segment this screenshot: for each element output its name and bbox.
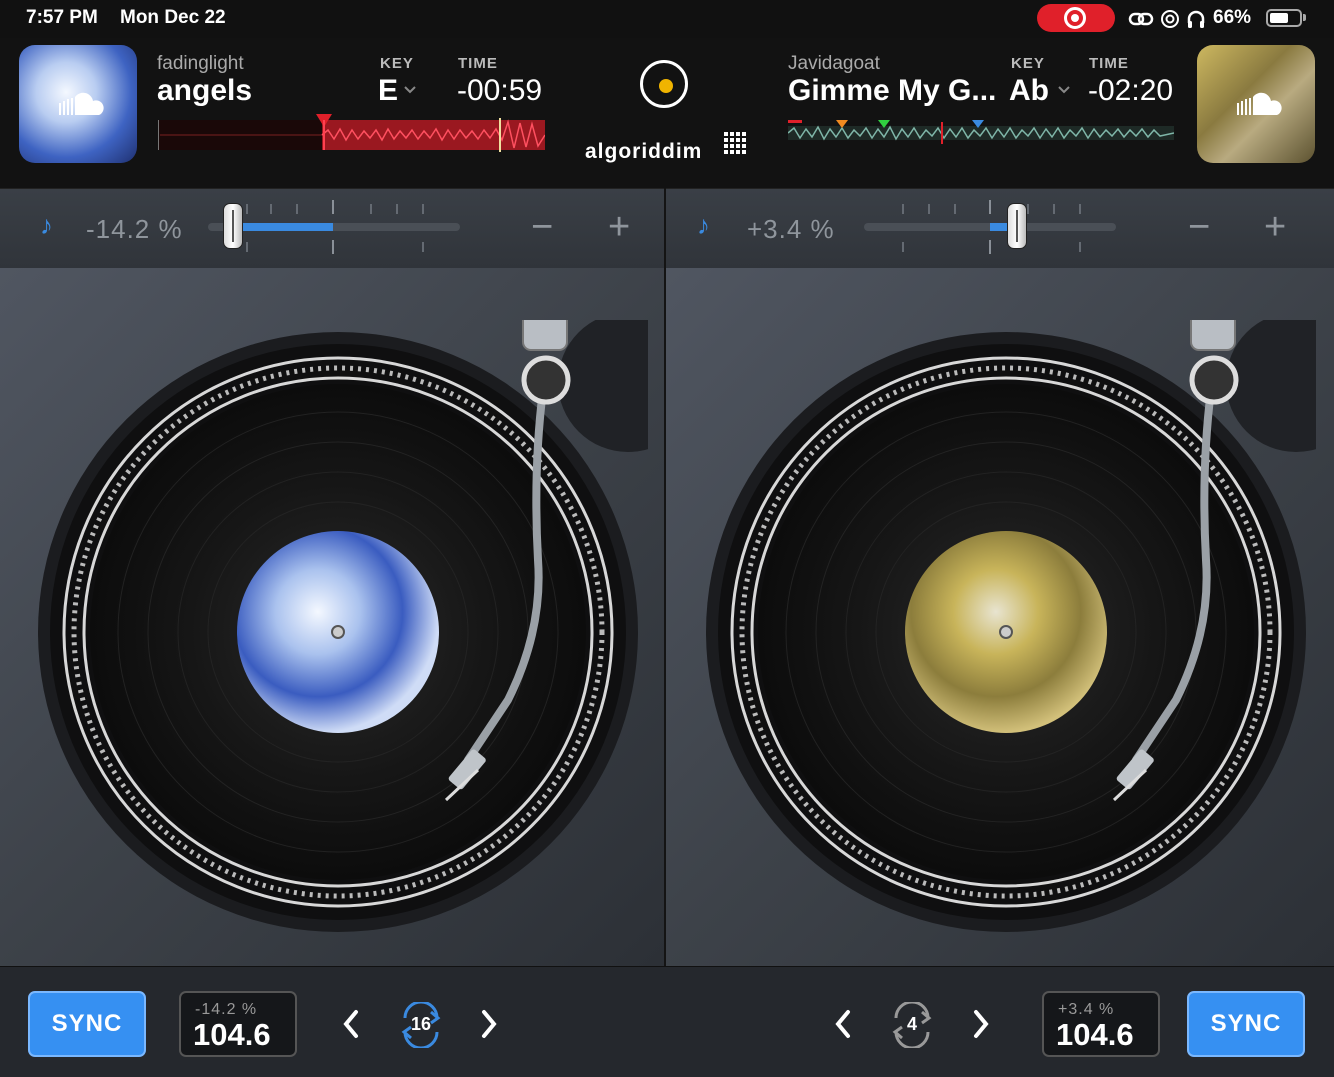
status-date: Mon Dec 22 [120,7,226,28]
deck-b-pitch-slider-thumb[interactable] [1007,203,1027,249]
music-note-icon[interactable]: ♪ [697,210,710,241]
battery-fill [1270,13,1288,23]
chevron-down-icon[interactable] [1057,85,1071,95]
tick [1079,242,1081,252]
battery-percent: 66% [1213,7,1252,28]
brand-logo: algoriddim [585,140,703,163]
tick [246,204,248,214]
screen-record-icon [1064,7,1086,29]
deck-b-pitch-slider-fill [990,223,1008,231]
deck-a-key[interactable]: E [378,74,398,108]
chevron-down-icon[interactable] [403,85,417,95]
deck-b-pitch-minus-button[interactable]: − [1188,206,1210,249]
deck-a-pitch-value: -14.2 % [86,214,183,244]
deck-a-pitch-slider-thumb[interactable] [223,203,243,249]
deck-b-time: -02:20 [1088,74,1174,107]
tick [902,242,904,252]
at-icon [1161,10,1179,28]
deck-b-bpm-display[interactable]: +3.4 % 104.6 [1042,991,1160,1057]
deck-a-time-label: TIME [458,55,498,72]
tick-center [989,240,991,254]
deck-a-loop-length: 16 [410,1014,432,1034]
deck-b-key-label: KEY [1011,55,1045,72]
album-art-deck-b[interactable] [1197,45,1315,163]
music-note-icon[interactable]: ♪ [40,210,53,241]
tonearm-pivot [521,355,571,405]
spindle [999,625,1013,639]
algoriddim-grid-icon [724,132,746,154]
album-art-deck-a[interactable] [19,45,137,163]
tonearm-pivot [1189,355,1239,405]
tick [1053,204,1055,214]
deck-a-loop-next-icon[interactable] [478,1006,500,1042]
deck-b-loop-next-icon[interactable] [970,1006,992,1042]
deck-a-pitch-plus-button[interactable]: + [608,206,630,249]
tonearm-counterweight [1190,320,1236,351]
spindle [331,625,345,639]
deck-a-artist: fadinglight [157,53,244,74]
tick [396,204,398,214]
deck-b-loop-length: 4 [906,1014,917,1034]
soundcloud-icon [1237,92,1282,115]
tick [954,204,956,214]
deck-b-pitch-plus-button[interactable]: + [1264,206,1286,249]
deck-a-turntable[interactable] [28,320,648,940]
tick [1079,204,1081,214]
status-time: 7:57 PM [26,7,98,28]
deck-a-bpm-value: 104.6 [193,1017,271,1052]
tick [422,204,424,214]
battery-tip [1303,14,1306,21]
deck-b-bpm-value: 104.6 [1056,1017,1134,1052]
soundcloud-icon [59,92,104,115]
deck-a-title: angels [157,74,253,107]
tick [928,204,930,214]
deck-b-turntable[interactable] [696,320,1316,940]
deck-b-pitch-value: +3.4 % [747,214,835,244]
link-icon [1128,12,1154,26]
deck-a-pitch-slider-fill [233,223,333,231]
status-bar: 7:57 PM Mon Dec 22 66% [0,0,1334,38]
tick [246,242,248,252]
deck-b-title: Gimme My G... [788,74,997,107]
center-dot-icon [659,79,673,93]
deck-b-time-label: TIME [1089,55,1129,72]
tonearm-base [558,320,648,452]
tick-center [332,200,334,214]
deck-a-bpm-display[interactable]: -14.2 % 104.6 [179,991,297,1057]
tick [1027,204,1029,214]
deck-a-key-label: KEY [380,55,414,72]
tick [270,204,272,214]
deck-a-loop-prev-icon[interactable] [340,1006,362,1042]
deck-a-sync-button[interactable]: SYNC [28,991,146,1057]
deck-b-waveform[interactable] [788,118,1174,148]
tick-center [989,200,991,214]
tick-center [332,240,334,254]
deck-b-loop-prev-icon[interactable] [832,1006,854,1042]
deck-b-key[interactable]: Ab [1009,74,1049,108]
headphones-icon [1187,10,1205,28]
deck-b-artist: Javidagoat [788,53,880,74]
deck-a-waveform[interactable] [158,114,545,152]
deck-a-time: -00:59 [457,74,543,107]
tick [902,204,904,214]
tick [296,204,298,214]
deck-b-sync-button[interactable]: SYNC [1187,991,1305,1057]
tick [370,204,372,214]
tonearm-base [1226,320,1316,452]
battery-icon [1266,9,1302,27]
tonearm-counterweight [522,320,568,351]
deck-divider [664,188,666,966]
transport-button[interactable] [640,60,688,108]
deck-a-pitch-minus-button[interactable]: − [531,206,553,249]
tick [422,242,424,252]
